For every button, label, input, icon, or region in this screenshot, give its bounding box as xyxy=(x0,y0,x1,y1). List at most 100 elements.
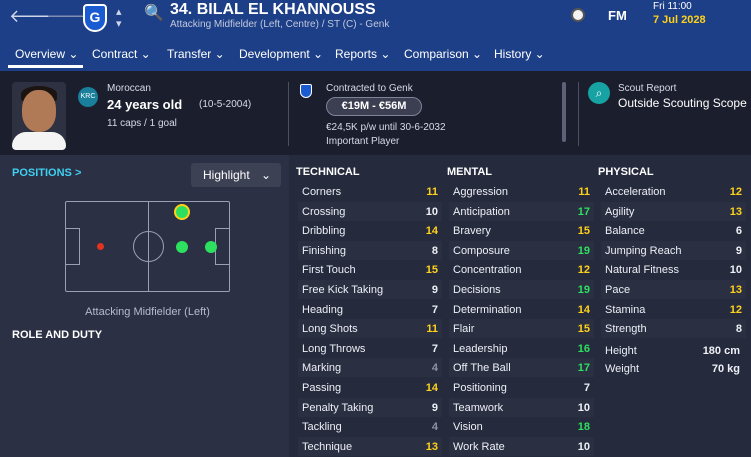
attribute-value: 9 xyxy=(431,284,438,296)
attribute-row[interactable]: Passing 14 xyxy=(302,378,438,398)
attribute-row[interactable]: Long Shots 11 xyxy=(302,319,438,339)
player-shirt xyxy=(12,132,66,150)
nationality[interactable]: Moroccan xyxy=(107,83,151,94)
attribute-row[interactable]: Tackling 4 xyxy=(302,417,438,437)
attribute-value: 15 xyxy=(577,225,590,238)
attribute-value: 10 xyxy=(729,264,742,277)
value-range[interactable]: €19M - €56M xyxy=(326,97,422,116)
player-positions: Attacking Midfielder (Left, Centre) / ST… xyxy=(170,19,390,30)
wage-info: €24,5K p/w until 30-6-2032 xyxy=(326,122,446,133)
position-dot-aml-selected[interactable] xyxy=(174,204,190,220)
attribute-row[interactable]: Concentration 12 xyxy=(453,260,590,280)
right-penalty-box xyxy=(215,228,229,265)
attribute-value: 8 xyxy=(431,244,438,257)
squad-status: Important Player xyxy=(326,136,400,147)
position-dot-striker[interactable] xyxy=(205,241,217,253)
attribute-row[interactable]: Composure 19 xyxy=(453,241,590,261)
attribute-value: 13 xyxy=(729,284,742,296)
attribute-row[interactable]: Agility 13 xyxy=(605,202,742,222)
attribute-name: Teamwork xyxy=(453,401,504,414)
attribute-name: Jumping Reach xyxy=(605,244,682,257)
attribute-row[interactable]: Determination 14 xyxy=(453,300,590,320)
tab-reports[interactable]: Reports ⌄ xyxy=(335,47,390,61)
divider xyxy=(288,82,289,146)
attribute-row[interactable]: Free Kick Taking 9 xyxy=(302,280,438,300)
attribute-row[interactable]: Stamina 12 xyxy=(605,300,742,320)
attribute-name: Bravery xyxy=(453,225,491,238)
attribute-name: Corners xyxy=(302,186,342,198)
fm-logo[interactable]: FM xyxy=(608,8,627,23)
club-crest-icon[interactable]: G xyxy=(83,4,107,32)
attribute-row[interactable]: Technique 13 xyxy=(302,437,438,457)
search-icon[interactable]: 🔍 xyxy=(144,4,164,24)
attribute-row[interactable]: Penalty Taking 9 xyxy=(302,398,438,418)
chevron-down-icon[interactable]: ▾ xyxy=(116,14,122,34)
positions-link[interactable]: POSITIONS > xyxy=(12,167,81,179)
attribute-value: 14 xyxy=(577,303,590,316)
attribute-name: Leadership xyxy=(453,342,508,355)
attribute-value: 14 xyxy=(425,225,438,238)
attribute-row[interactable]: Positioning 7 xyxy=(453,378,590,398)
club-badge-icon[interactable]: KRC xyxy=(78,87,98,107)
attribute-row[interactable]: Jumping Reach 9 xyxy=(605,241,742,261)
position-dot-central-midfield[interactable] xyxy=(176,241,188,253)
attribute-row[interactable]: Flair 15 xyxy=(453,319,590,339)
attribute-row[interactable]: Marking 4 xyxy=(302,358,438,378)
game-time: Fri 11:00 xyxy=(653,1,692,12)
game-date[interactable]: 7 Jul 2028 xyxy=(653,14,706,26)
attribute-row[interactable]: Off The Ball 17 xyxy=(453,358,590,378)
attribute-value: 13 xyxy=(425,440,438,453)
attribute-value: 12 xyxy=(729,186,742,198)
tab-transfer[interactable]: Transfer ⌄ xyxy=(167,47,225,61)
attribute-value: 8 xyxy=(735,323,742,336)
attribute-name: Finishing xyxy=(302,244,347,257)
contract-label[interactable]: Contracted to Genk xyxy=(326,83,413,94)
attribute-value: 4 xyxy=(431,421,438,434)
position-dot-defender[interactable] xyxy=(97,243,104,250)
attribute-row[interactable]: Natural Fitness 10 xyxy=(605,260,742,280)
nav-bar: Overview ⌄ Contract ⌄ Transfer ⌄ Develop… xyxy=(0,40,751,71)
attribute-value: 15 xyxy=(425,264,438,277)
attribute-row[interactable]: Bravery 15 xyxy=(453,221,590,241)
attribute-row[interactable]: Acceleration 12 xyxy=(605,182,742,202)
attribute-row[interactable]: Finishing 8 xyxy=(302,241,438,261)
attribute-row[interactable]: Dribbling 14 xyxy=(302,221,438,241)
tab-comparison[interactable]: Comparison ⌄ xyxy=(404,47,482,61)
attribute-value: 10 xyxy=(577,440,590,453)
attribute-row[interactable]: Balance 6 xyxy=(605,221,742,241)
attribute-row[interactable]: Work Rate 10 xyxy=(453,437,590,457)
attribute-name: Passing xyxy=(302,382,342,394)
tab-contract[interactable]: Contract ⌄ xyxy=(92,47,151,61)
chevron-down-icon: ⌄ xyxy=(260,168,271,182)
attribute-row[interactable]: Corners 11 xyxy=(302,182,438,202)
info-scrollbar[interactable] xyxy=(562,82,566,142)
scout-report-title[interactable]: Scout Report xyxy=(618,83,676,94)
tab-history[interactable]: History ⌄ xyxy=(494,47,545,61)
highlight-dropdown[interactable]: Highlight ⌄ xyxy=(191,163,281,187)
tab-overview[interactable]: Overview ⌄ xyxy=(15,47,78,61)
attribute-value: 7 xyxy=(431,303,438,316)
attribute-name: Positioning xyxy=(453,382,507,394)
scout-search-icon[interactable]: ⌕ xyxy=(588,82,610,104)
tab-development[interactable]: Development ⌄ xyxy=(239,47,323,61)
attribute-row[interactable]: Vision 18 xyxy=(453,417,590,437)
attribute-row[interactable]: Pace 13 xyxy=(605,280,742,300)
attribute-row[interactable]: Teamwork 10 xyxy=(453,398,590,418)
attribute-row[interactable]: Leadership 16 xyxy=(453,339,590,359)
player-age: 24 years old xyxy=(107,97,183,112)
position-pitch[interactable] xyxy=(65,201,230,292)
international-caps[interactable]: 11 caps / 1 goal xyxy=(107,118,177,129)
attribute-row[interactable]: Strength 8 xyxy=(605,319,742,339)
attribute-value: 4 xyxy=(431,362,438,375)
player-photo[interactable] xyxy=(12,82,66,150)
attribute-row[interactable]: Heading 7 xyxy=(302,300,438,320)
attribute-row[interactable]: Decisions 19 xyxy=(453,280,590,300)
attribute-row[interactable]: Crossing 10 xyxy=(302,202,438,222)
attribute-row[interactable]: Aggression 11 xyxy=(453,182,590,202)
attribute-value: 13 xyxy=(729,205,742,218)
football-icon[interactable] xyxy=(571,8,585,22)
technical-header: TECHNICAL xyxy=(296,166,360,178)
attribute-row[interactable]: Long Throws 7 xyxy=(302,339,438,359)
attribute-row[interactable]: Anticipation 17 xyxy=(453,202,590,222)
attribute-row[interactable]: First Touch 15 xyxy=(302,260,438,280)
